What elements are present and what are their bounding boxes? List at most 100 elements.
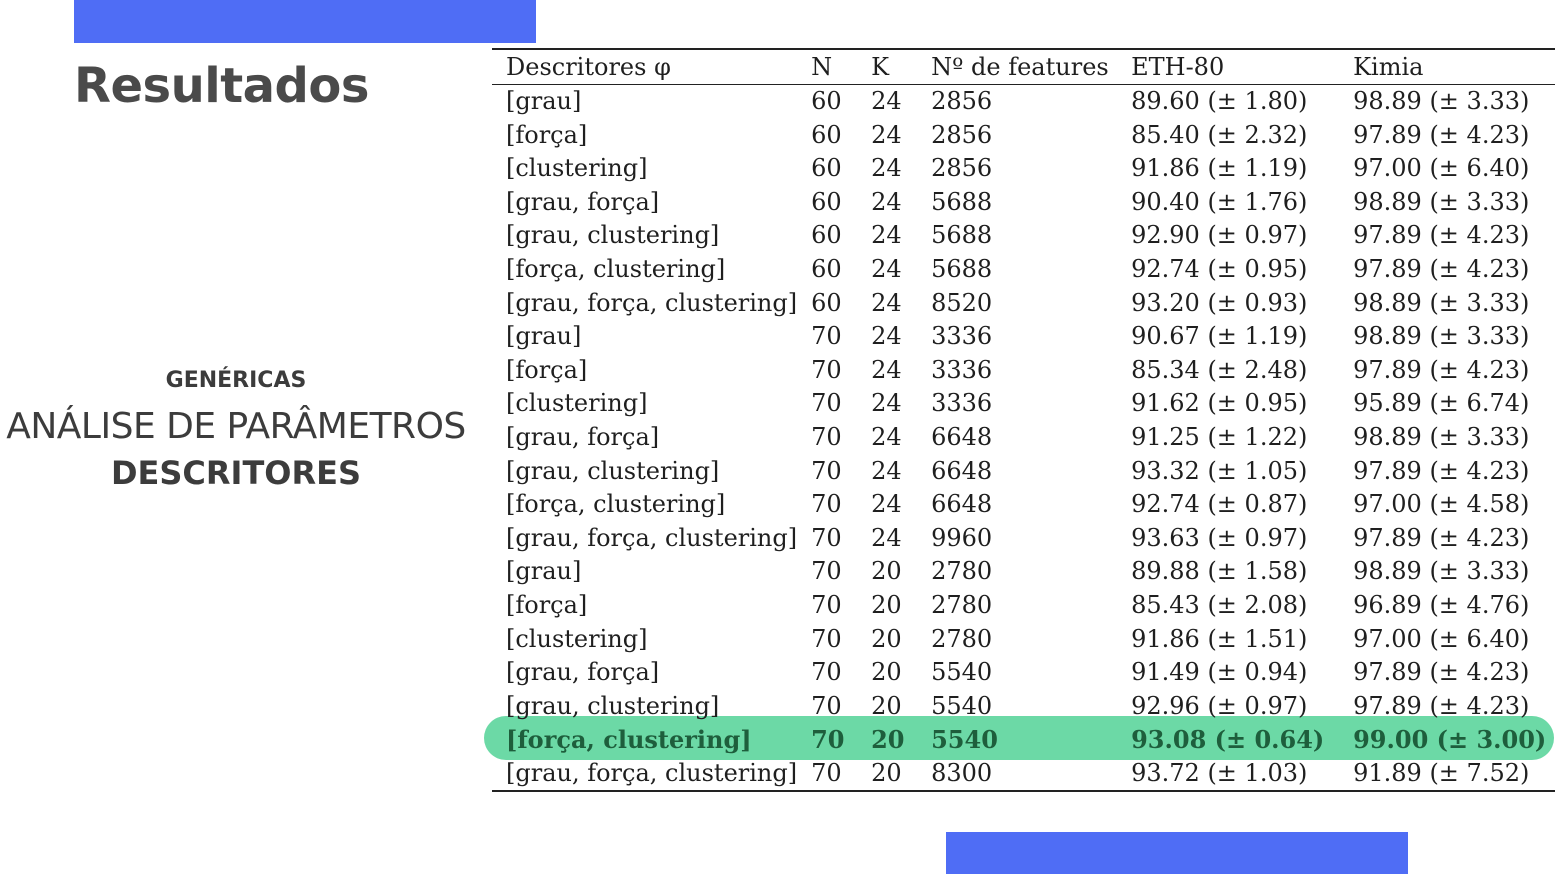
- cell-descritores: [força]: [506, 590, 588, 619]
- cell-k: 20: [871, 658, 902, 687]
- cell-kimia: 95.89 (± 6.74): [1353, 389, 1530, 418]
- cell-kimia: 98.89 (± 3.33): [1353, 557, 1530, 586]
- cell-descritores: [grau, força]: [506, 658, 660, 687]
- cell-descritores: [grau, força]: [506, 187, 660, 216]
- cell-features: 2780: [931, 624, 993, 653]
- cell-features: 2856: [931, 87, 993, 115]
- cell-eth80: 92.74 (± 0.87): [1131, 490, 1308, 519]
- cell-eth80: 91.49 (± 0.94): [1131, 658, 1308, 687]
- cell-features: 2780: [931, 590, 993, 619]
- cell-n: 70: [811, 456, 842, 485]
- cell-n: 60: [811, 288, 842, 317]
- header-kimia: Kimia: [1353, 53, 1424, 81]
- cell-descritores: [força, clustering]: [506, 725, 752, 755]
- cell-eth80: 91.86 (± 1.19): [1131, 154, 1308, 183]
- cell-kimia: 97.89 (± 4.23): [1353, 658, 1530, 687]
- cell-k: 20: [871, 691, 902, 720]
- cell-n: 60: [811, 187, 842, 216]
- cell-n: 70: [811, 557, 842, 586]
- cell-k: 24: [871, 154, 902, 183]
- cell-features: 8520: [931, 288, 993, 317]
- cell-eth80: 92.96 (± 0.97): [1131, 691, 1308, 720]
- cell-eth80: 93.20 (± 0.93): [1131, 288, 1308, 317]
- cell-descritores: [grau]: [506, 322, 582, 351]
- cell-n: 70: [811, 624, 842, 653]
- table-row: [clustering] 70 20 2780 91.86 (± 1.51) 97.00 …: [492, 623, 1555, 657]
- table-row: [força, clustering] 60 24 5688 92.74 (± 0.95…: [492, 253, 1555, 287]
- cell-k: 24: [871, 87, 902, 115]
- header-descritores: Descritores φ: [506, 53, 671, 81]
- cell-descritores: [clustering]: [506, 389, 648, 418]
- table-row: [grau] 70 20 2780 89.88 (± 1.58) 98.89 (± 3.3…: [492, 555, 1555, 589]
- cell-n: 70: [811, 490, 842, 519]
- table-row: [grau, força, clustering] 70 20 8300 93.72 (…: [492, 757, 1555, 792]
- cell-features: 3336: [931, 355, 993, 384]
- cell-descritores: [grau, força, clustering]: [506, 523, 798, 552]
- cell-n: 60: [811, 87, 842, 115]
- cell-descritores: [clustering]: [506, 624, 648, 653]
- cell-descritores: [grau, força]: [506, 422, 660, 451]
- table-row: [grau, força] 60 24 5688 90.40 (± 1.76) 98.89…: [492, 186, 1555, 220]
- table-row: [grau, clustering] 60 24 5688 92.90 (± 0.97)…: [492, 219, 1555, 253]
- cell-kimia: 97.89 (± 4.23): [1353, 691, 1530, 720]
- table-row: [grau, clustering] 70 24 6648 93.32 (± 1.05)…: [492, 455, 1555, 489]
- cell-descritores: [grau, clustering]: [506, 691, 720, 720]
- cell-kimia: 97.89 (± 4.23): [1353, 254, 1530, 283]
- cell-features: 5688: [931, 187, 993, 216]
- table-row: [força] 70 24 3336 85.34 (± 2.48) 97.89 (± 4.…: [492, 354, 1555, 388]
- cell-k: 20: [871, 590, 902, 619]
- cell-n: 70: [811, 691, 842, 720]
- top-accent-bar: [74, 0, 536, 43]
- cell-features: 5540: [931, 691, 993, 720]
- cell-features: 5688: [931, 254, 993, 283]
- page-title: Resultados: [74, 58, 369, 114]
- cell-descritores: [força]: [506, 355, 588, 384]
- cell-eth80: 90.40 (± 1.76): [1131, 187, 1308, 216]
- cell-kimia: 97.00 (± 4.58): [1353, 490, 1530, 519]
- cell-k: 24: [871, 322, 902, 351]
- cell-eth80: 91.62 (± 0.95): [1131, 389, 1308, 418]
- cell-n: 70: [811, 658, 842, 687]
- section-subtitle: GENÉRICAS: [165, 368, 307, 393]
- cell-eth80: 85.40 (± 2.32): [1131, 120, 1308, 149]
- cell-eth80: 92.90 (± 0.97): [1131, 221, 1308, 250]
- cell-k: 20: [871, 557, 902, 586]
- table-row: [grau, clustering] 70 20 5540 92.96 (± 0.97)…: [492, 690, 1555, 724]
- cell-n: 70: [811, 355, 842, 384]
- cell-descritores: [grau]: [506, 87, 582, 115]
- table-row: [força] 70 20 2780 85.43 (± 2.08) 96.89 (± 4.…: [492, 589, 1555, 623]
- cell-features: 5540: [931, 725, 998, 755]
- header-eth80: ETH-80: [1131, 53, 1225, 81]
- cell-eth80: 93.63 (± 0.97): [1131, 523, 1308, 552]
- cell-features: 2856: [931, 120, 993, 149]
- cell-k: 24: [871, 523, 902, 552]
- cell-features: 2780: [931, 557, 993, 586]
- cell-n: 60: [811, 154, 842, 183]
- cell-kimia: 98.89 (± 3.33): [1353, 87, 1530, 115]
- cell-k: 24: [871, 490, 902, 519]
- cell-features: 2856: [931, 154, 993, 183]
- cell-kimia: 97.00 (± 6.40): [1353, 154, 1530, 183]
- cell-n: 60: [811, 221, 842, 250]
- cell-k: 24: [871, 456, 902, 485]
- cell-k: 20: [871, 725, 905, 755]
- table-row: [grau, força, clustering] 60 24 8520 93.20 (…: [492, 287, 1555, 321]
- cell-descritores: [grau]: [506, 557, 582, 586]
- cell-kimia: 97.89 (± 4.23): [1353, 221, 1530, 250]
- header-n: N: [811, 53, 833, 81]
- table-row: [clustering] 70 24 3336 91.62 (± 0.95) 95.89 …: [492, 387, 1555, 421]
- table-row: [clustering] 60 24 2856 91.86 (± 1.19) 97.00 …: [492, 152, 1555, 186]
- table-row: [grau] 60 24 2856 89.60 (± 1.80) 98.89 (± 3.3…: [492, 85, 1555, 119]
- cell-n: 60: [811, 254, 842, 283]
- cell-kimia: 91.89 (± 7.52): [1353, 758, 1530, 787]
- cell-n: 60: [811, 120, 842, 149]
- cell-kimia: 98.89 (± 3.33): [1353, 422, 1530, 451]
- cell-descritores: [força, clustering]: [506, 254, 726, 283]
- cell-eth80: 93.72 (± 1.03): [1131, 758, 1308, 787]
- cell-n: 70: [811, 322, 842, 351]
- cell-k: 24: [871, 254, 902, 283]
- cell-descritores: [força, clustering]: [506, 490, 726, 519]
- table-row: [grau, força] 70 20 5540 91.49 (± 0.94) 97.89…: [492, 656, 1555, 690]
- table-row: [grau, força] 70 24 6648 91.25 (± 1.22) 98.89…: [492, 421, 1555, 455]
- results-table: Descritores φ N K Nº de features ETH-80 …: [492, 48, 1555, 792]
